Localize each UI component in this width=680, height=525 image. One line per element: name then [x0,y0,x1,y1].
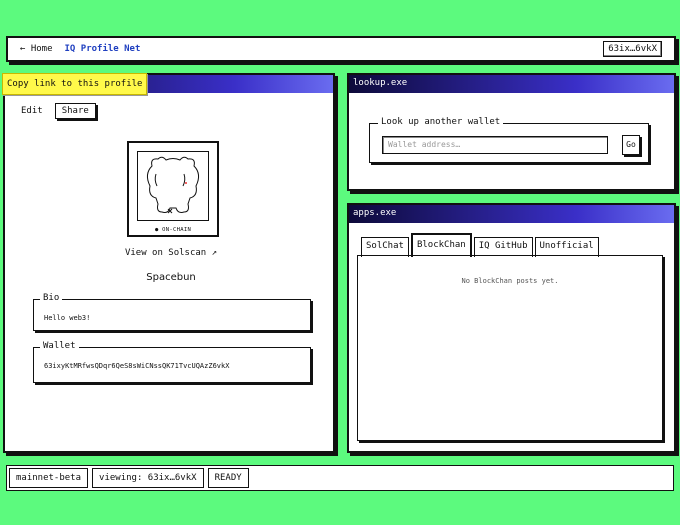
edit-button[interactable]: Edit [19,104,45,118]
wallet-address-badge[interactable]: 63ix…6vkX [603,41,662,57]
tab-iq-github[interactable]: IQ GitHub [473,237,533,257]
brand-link[interactable]: IQ Profile Net [65,44,141,54]
wallet-legend: Wallet [40,341,79,351]
onchain-badge: ● ON-CHAIN [154,227,192,233]
bunny-avatar-icon [146,156,200,214]
go-button[interactable]: Go [622,135,640,155]
empty-posts-message: No BlockChan posts yet. [461,277,559,285]
tab-blockchan[interactable]: BlockChan [410,233,472,257]
avatar [137,151,209,221]
top-nav-bar: ← Home IQ Profile Net 63ix…6vkX [6,36,676,62]
lookup-window: lookup.exe Look up another wallet Wallet… [347,73,676,191]
status-bar: mainnet-beta viewing: 63ix…6vkX READY [6,465,674,491]
bio-legend: Bio [40,293,63,303]
bio-text: Hello web3! [44,314,91,322]
tab-solchat[interactable]: SolChat [361,237,409,257]
tab-unofficial[interactable]: Unofficial [534,237,599,257]
avatar-frame: ● ON-CHAIN [127,141,219,237]
network-status: mainnet-beta [9,468,89,488]
lookup-group: Look up another wallet Wallet address… G… [369,117,649,163]
blockchan-panel: No BlockChan posts yet. [357,255,663,441]
viewing-status: viewing: 63ix…6vkX [92,468,204,488]
solscan-link[interactable]: View on Solscan ↗ [5,248,337,258]
share-button[interactable]: Share [54,103,96,119]
lookup-legend: Look up another wallet [378,117,504,127]
apps-titlebar: apps.exe [349,205,674,223]
bio-section: Bio Hello web3! [33,293,311,331]
apps-tabs: SolChat BlockChan IQ GitHub Unofficial [361,233,599,257]
profile-actions: Edit Share [19,103,333,119]
profile-window: Copy link to this profile Edit Share ● O… [2,73,337,453]
apps-window: apps.exe SolChat BlockChan IQ GitHub Uno… [347,203,676,453]
ready-status: READY [207,468,249,488]
lookup-titlebar: lookup.exe [349,75,674,93]
wallet-section: Wallet 63ixyKtMRfwsQDqr6QeS8sWiCNssQK71T… [33,341,311,383]
wallet-address-input[interactable]: Wallet address… [382,136,608,154]
wallet-address-text: 63ixyKtMRfwsQDqr6QeS8sWiCNssQK71TvcUQAzZ… [44,362,230,370]
copy-link-tooltip: Copy link to this profile [2,73,148,95]
home-link[interactable]: ← Home [20,44,53,54]
profile-name: Spacebun [146,272,196,283]
